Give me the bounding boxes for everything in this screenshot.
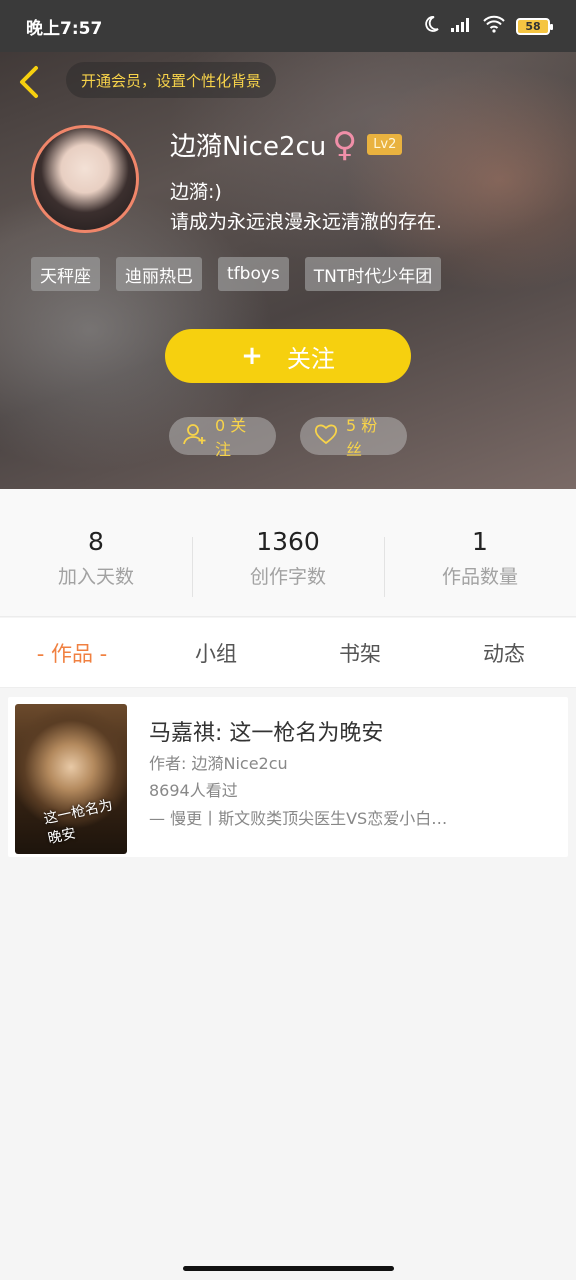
user-add-icon [183,423,207,449]
tag-item[interactable]: 迪丽热巴 [116,257,202,291]
work-card[interactable]: 这一枪名为晚安 马嘉祺: 这一枪名为晚安 作者: 边漪Nice2cu 8694人… [8,697,568,857]
tab-groups[interactable]: 小组 [144,618,288,687]
female-icon: ♀ [332,124,358,165]
work-author: 作者: 边漪Nice2cu [149,754,288,773]
tab-bookshelf[interactable]: 书架 [288,618,432,687]
tab-bar: - 作品 - 小组 书架 动态 [0,618,576,688]
stat-label: 加入天数 [57,565,134,588]
follow-label: 关注 [286,344,335,373]
stat-label: 作品数量 [441,565,518,588]
fans-button[interactable]: 5 粉丝 [300,416,407,459]
fans-count: 5 粉丝 [346,416,378,459]
stat-value: 1360 [256,526,320,556]
cover-title: 这一枪名为晚安 [42,797,115,848]
stat-words: 1360 创作字数 [192,489,384,616]
level-badge: Lv2 [367,134,403,155]
follow-button[interactable]: + 关注 [165,329,411,383]
avatar[interactable] [31,125,139,233]
following-count: 0 关注 [215,416,247,459]
back-button[interactable] [14,62,46,102]
wifi-icon [482,15,506,38]
moon-icon [422,15,440,38]
work-title[interactable]: 马嘉祺: 这一枪名为晚安 [149,715,383,747]
following-button[interactable]: 0 关注 [169,416,276,459]
tag-list: 天秤座 迪丽热巴 tfboys TNT时代少年团 [31,257,442,291]
stat-days: 8 加入天数 [0,489,192,616]
tag-item[interactable]: TNT时代少年团 [304,257,442,291]
status-icons: 58 [422,15,553,38]
tag-item[interactable]: tfboys [218,257,289,291]
heart-icon [314,423,338,449]
home-indicator[interactable] [183,1266,394,1271]
plus-icon: + [241,341,263,371]
nickname: 边漪Nice2cu [170,132,327,162]
nickname-row: 边漪Nice2cu ♀ Lv2 [170,124,403,165]
signal-icon [450,16,472,37]
stat-label: 创作字数 [249,565,326,588]
tag-item[interactable]: 天秤座 [31,257,100,291]
work-cover-image[interactable]: 这一枪名为晚安 [15,704,127,854]
bio-line-2: 请成为永远浪漫永远清澈的存在. [170,211,443,233]
battery-icon: 58 [516,17,553,35]
stat-value: 1 [472,526,488,556]
bio-line-1: 边漪:) [170,181,222,203]
work-views: 8694人看过 [149,781,238,800]
vip-background-link[interactable]: 开通会员，设置个性化背景 [66,62,277,98]
tab-works[interactable]: - 作品 - [0,618,144,687]
stat-value: 8 [88,526,104,556]
stats-row: 8 加入天数 1360 创作字数 1 作品数量 [0,489,576,617]
work-description: — 慢更丨斯文败类顶尖医生VS恋爱小白… [149,809,448,828]
stat-works: 1 作品数量 [384,489,576,616]
profile-header: 晚上7:57 58 开通会员，设置个性化背景 边漪Nice2cu ♀ Lv2 边… [0,0,576,489]
chevron-left-icon [20,66,38,98]
tab-activity[interactable]: 动态 [432,618,576,687]
status-time: 晚上7:57 [26,18,103,39]
status-bar: 晚上7:57 58 [0,0,576,52]
